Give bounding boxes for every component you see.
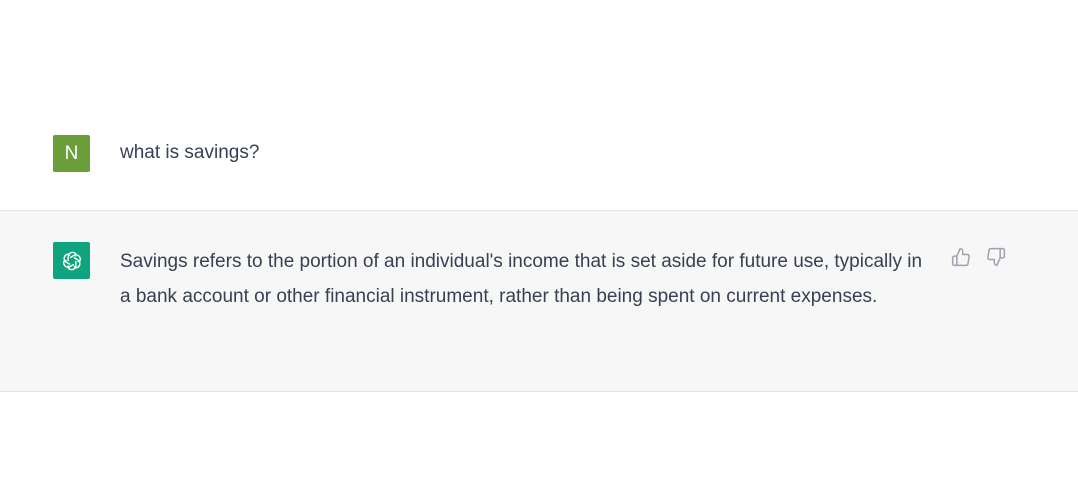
- user-message-text: what is savings?: [120, 142, 260, 163]
- thumbs-down-button[interactable]: [985, 246, 1007, 268]
- thumbs-down-icon: [987, 247, 1006, 267]
- thumbs-up-button[interactable]: [950, 246, 972, 268]
- thumbs-up-icon: [951, 247, 970, 267]
- assistant-avatar: [53, 242, 90, 279]
- assistant-message-text: Savings refers to the portion of an indi…: [120, 251, 923, 307]
- user-avatar: N: [53, 135, 90, 172]
- chat-page: N what is savings? Savings refers to the…: [0, 0, 1078, 500]
- openai-logo-icon: [62, 251, 81, 270]
- assistant-message-row: Savings refers to the portion of an indi…: [0, 210, 1078, 392]
- user-message-row: N what is savings?: [0, 0, 1078, 210]
